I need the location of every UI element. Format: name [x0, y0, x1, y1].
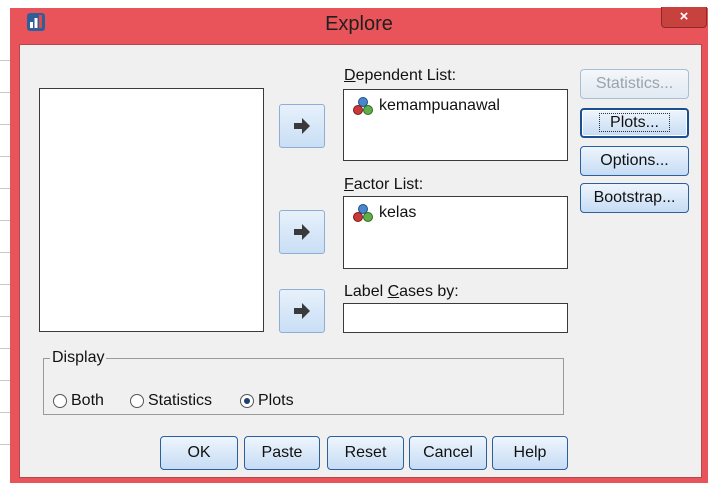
label-cases-field[interactable] — [343, 303, 568, 333]
radio-icon — [130, 394, 144, 408]
radio-label: Statistics — [148, 392, 213, 409]
list-item[interactable]: kelas — [352, 203, 416, 223]
label-cases-label: Label Cases by: — [344, 283, 459, 300]
source-variable-list[interactable] — [39, 88, 264, 332]
variable-name: kelas — [379, 204, 417, 221]
scale-variable-icon — [353, 204, 373, 222]
close-button[interactable]: × — [661, 7, 707, 28]
right-arrow-icon — [294, 118, 310, 134]
radio-selected-icon — [240, 394, 254, 408]
display-group-title: Display — [50, 349, 107, 367]
window-title: Explore — [325, 13, 393, 35]
right-arrow-icon — [294, 224, 310, 240]
radio-statistics[interactable]: Statistics — [130, 392, 212, 410]
background-strip — [0, 0, 10, 483]
plots-button-label: Plots... — [599, 113, 670, 132]
variable-name: kemampuanawal — [379, 97, 500, 114]
cancel-button[interactable]: Cancel — [409, 436, 487, 470]
dependent-list[interactable]: kemampuanawal — [343, 89, 568, 161]
close-icon: × — [679, 8, 689, 25]
radio-label: Plots — [258, 392, 294, 409]
list-item[interactable]: kemampuanawal — [352, 96, 500, 116]
ok-button[interactable]: OK — [160, 436, 238, 470]
help-button[interactable]: Help — [492, 436, 568, 470]
move-to-dependent-button[interactable] — [279, 104, 325, 148]
bootstrap-button[interactable]: Bootstrap... — [580, 183, 689, 213]
display-group — [43, 358, 564, 415]
plots-button[interactable]: Plots... — [580, 108, 689, 138]
title-bar[interactable]: Explore × — [10, 7, 708, 38]
factor-list[interactable]: kelas — [343, 196, 568, 269]
paste-button[interactable]: Paste — [244, 436, 320, 470]
radio-label: Both — [71, 392, 104, 409]
move-to-label-cases-button[interactable] — [279, 289, 325, 333]
radio-both[interactable]: Both — [53, 392, 104, 410]
radio-plots[interactable]: Plots — [240, 392, 294, 410]
radio-icon — [53, 394, 67, 408]
factor-list-label: Factor List: — [344, 176, 424, 193]
explore-dialog: Explore × Dependent List: kemampuanawal … — [10, 7, 708, 483]
options-button[interactable]: Options... — [580, 146, 689, 176]
scale-variable-icon — [353, 97, 373, 115]
right-arrow-icon — [294, 303, 310, 319]
dependent-list-label: Dependent List: — [344, 67, 457, 84]
reset-button[interactable]: Reset — [327, 436, 404, 470]
move-to-factor-button[interactable] — [279, 210, 325, 254]
statistics-button[interactable]: Statistics... — [580, 69, 689, 99]
